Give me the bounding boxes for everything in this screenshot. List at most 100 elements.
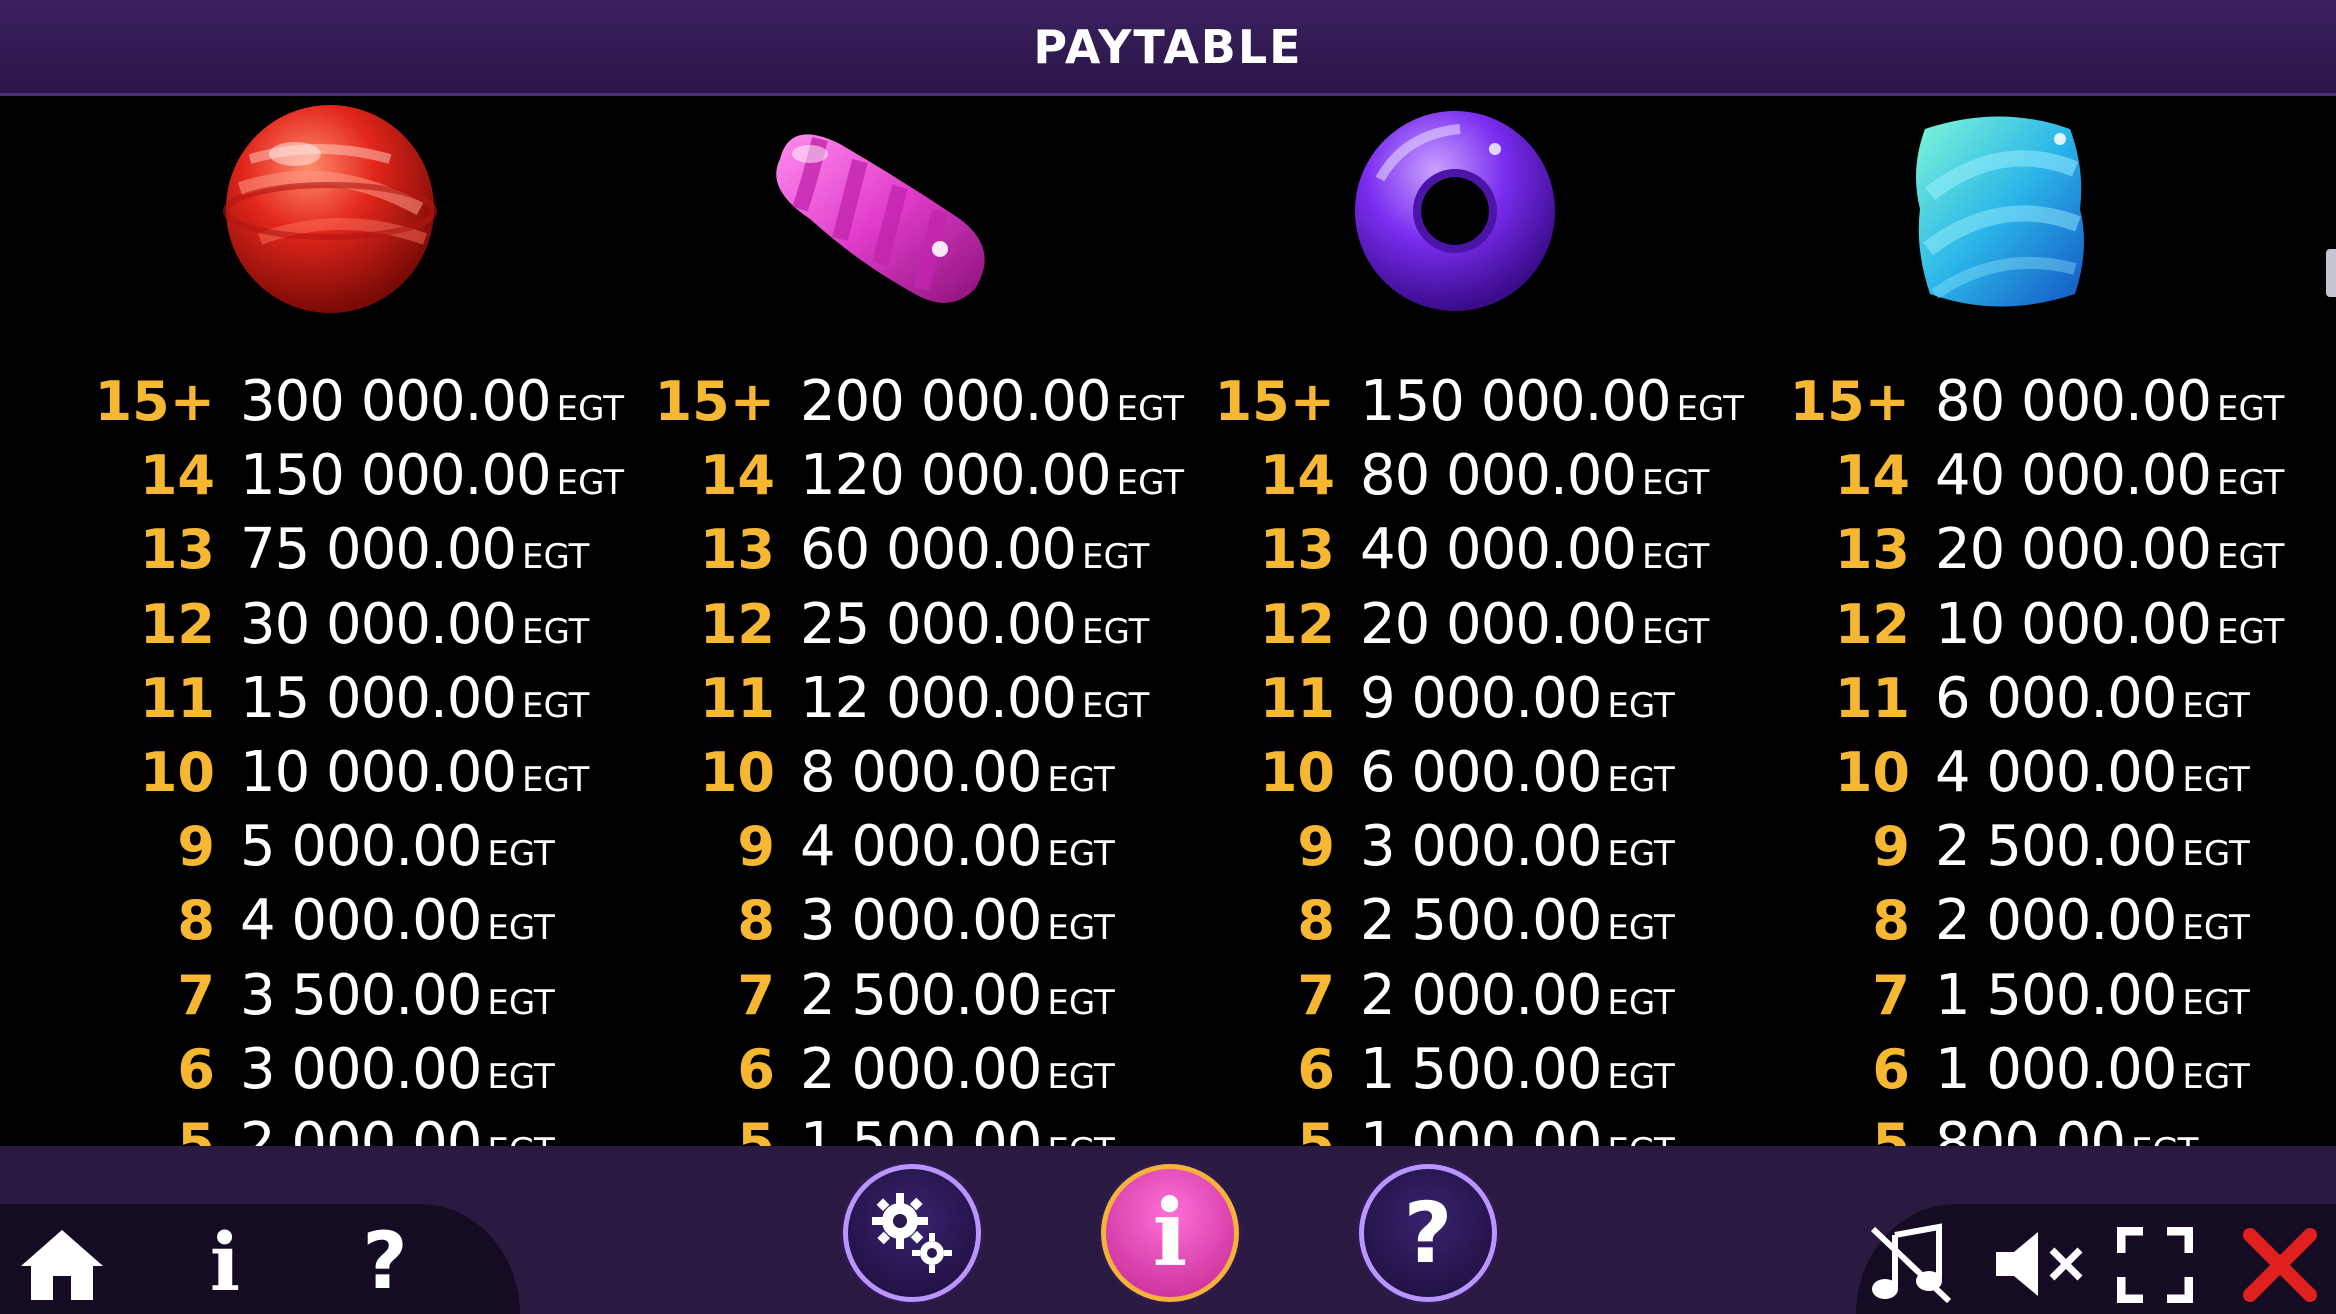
symbol-count: 15+ [1214,370,1335,433]
currency-label: EGT [1642,611,1710,652]
symbol-count: 6 [737,1037,775,1101]
payout-row: 13 75 000.00 EGT [40,513,600,587]
payout-row: 11 6 000.00 EGT [1735,662,2295,736]
settings-button[interactable] [843,1164,981,1302]
payout-amount: 5 000.00 [240,814,482,880]
payout-amount: 30 000.00 [240,591,517,657]
payout-row: 15+ 300 000.00 EGT [40,365,624,439]
currency-label: EGT [1676,389,1745,429]
info-icon: i [209,1215,241,1309]
payout-amount: 2 000.00 [1360,962,1602,1028]
currency-label: EGT [2131,1131,2198,1146]
symbol-count: 5 [1872,1111,1910,1146]
sound-toggle-button[interactable] [1985,1218,2095,1310]
help-small-button[interactable]: ? [350,1214,420,1310]
payout-row: 12 25 000.00 EGT [600,588,1160,662]
currency-label: EGT [1642,537,1710,578]
payout-amount: 3 000.00 [240,1036,482,1102]
currency-label: EGT [1607,834,1675,875]
currency-label: EGT [1607,759,1675,800]
paytable-column-red-candy: 15+ 300 000.00 EGT 14 150 000.00 EGT 13 75 00… [40,99,624,1146]
payout-row: 5 2 000.00 EGT [40,1107,600,1146]
currency-label: EGT [1082,537,1150,578]
symbol-count: 14 [699,444,775,508]
speaker-mute-icon [1996,1232,2083,1296]
music-toggle-button[interactable] [1860,1218,1960,1310]
payout-row: 7 2 000.00 EGT [1160,959,1720,1033]
symbol-count: 15+ [94,370,215,433]
payout-amount: 120 000.00 [800,443,1112,509]
payout-row: 15+ 150 000.00 EGT [1160,365,1744,439]
currency-label: EGT [487,1131,554,1146]
payout-row: 9 2 500.00 EGT [1735,810,2295,884]
payout-rows: 15+ 150 000.00 EGT 14 80 000.00 EGT 13 40 000… [1160,365,1744,1146]
payout-amount: 20 000.00 [1360,591,1637,657]
currency-label: EGT [487,1056,555,1097]
payout-amount: 3 000.00 [1360,814,1602,880]
currency-label: EGT [1607,982,1675,1023]
symbol-count: 12 [139,592,215,656]
currency-label: EGT [2217,537,2285,578]
payout-row: 7 3 500.00 EGT [40,959,600,1033]
currency-label: EGT [2182,834,2250,875]
currency-label: EGT [487,982,555,1023]
blue-jelly-candy-icon [1870,99,2130,329]
payout-amount: 75 000.00 [240,517,517,583]
payout-amount: 2 500.00 [1360,888,1602,954]
currency-label: EGT [522,685,590,726]
payout-amount: 40 000.00 [1935,443,2212,509]
scrollbar-thumb[interactable] [2326,249,2336,297]
symbol-count: 11 [1259,666,1335,730]
payout-row: 10 4 000.00 EGT [1735,736,2295,810]
payout-row: 8 2 000.00 EGT [1735,884,2295,958]
gears-icon [872,1193,952,1273]
symbol-count: 8 [1872,889,1910,953]
payout-row: 5 1 500.00 EGT [600,1107,1160,1146]
payout-amount: 3 500.00 [240,962,482,1028]
payout-rows: 15+ 300 000.00 EGT 14 150 000.00 EGT 13 75 00… [40,365,624,1146]
paytable-content[interactable]: 15+ 300 000.00 EGT 14 150 000.00 EGT 13 75 00… [0,99,2336,1146]
paytable-column-pink-candy: 15+ 200 000.00 EGT 14 120 000.00 EGT 13 60 00… [600,99,1184,1146]
payout-amount: 1 000.00 [1360,1110,1602,1146]
question-icon: ? [1403,1184,1453,1282]
currency-label: EGT [2217,389,2285,429]
info-small-button[interactable]: i [190,1214,260,1310]
currency-label: EGT [2217,611,2285,652]
currency-label: EGT [1047,982,1115,1023]
currency-label: EGT [2182,982,2250,1023]
home-button[interactable] [14,1216,110,1312]
payout-amount: 4 000.00 [240,888,482,954]
symbol-count: 7 [1872,963,1910,1027]
symbol-count: 10 [699,740,775,804]
close-icon [2243,1228,2317,1302]
currency-label: EGT [1047,834,1115,875]
payout-amount: 300 000.00 [240,369,552,434]
payout-amount: 20 000.00 [1935,517,2212,583]
payout-amount: 1 000.00 [1935,1036,2177,1102]
payout-amount: 8 000.00 [800,739,1042,805]
payout-row: 6 1 500.00 EGT [1160,1033,1720,1107]
payout-amount: 4 000.00 [800,814,1042,880]
symbol-count: 7 [177,963,215,1027]
fullscreen-button[interactable] [2115,1224,2195,1306]
close-button[interactable] [2235,1224,2325,1306]
symbol-count: 15+ [654,370,775,433]
symbol-count: 14 [1834,444,1910,508]
payout-amount: 6 000.00 [1935,665,2177,731]
help-button[interactable]: ? [1359,1164,1497,1302]
currency-label: EGT [1607,908,1675,949]
payout-amount: 80 000.00 [1935,369,2212,434]
payout-amount: 2 500.00 [1935,814,2177,880]
payout-row: 14 40 000.00 EGT [1735,439,2295,513]
paytable-column-purple-candy: 15+ 150 000.00 EGT 14 80 000.00 EGT 13 40 000… [1160,99,1744,1146]
symbol-count: 5 [177,1111,215,1146]
symbol-count: 7 [1297,963,1335,1027]
symbol-count: 8 [1297,889,1335,953]
currency-label: EGT [522,759,590,800]
currency-label: EGT [2182,685,2250,726]
info-button[interactable]: i [1101,1164,1239,1302]
symbol-count: 5 [1297,1111,1335,1146]
currency-label: EGT [1607,1056,1675,1097]
payout-amount: 10 000.00 [240,739,517,805]
currency-label: EGT [1047,1056,1115,1097]
